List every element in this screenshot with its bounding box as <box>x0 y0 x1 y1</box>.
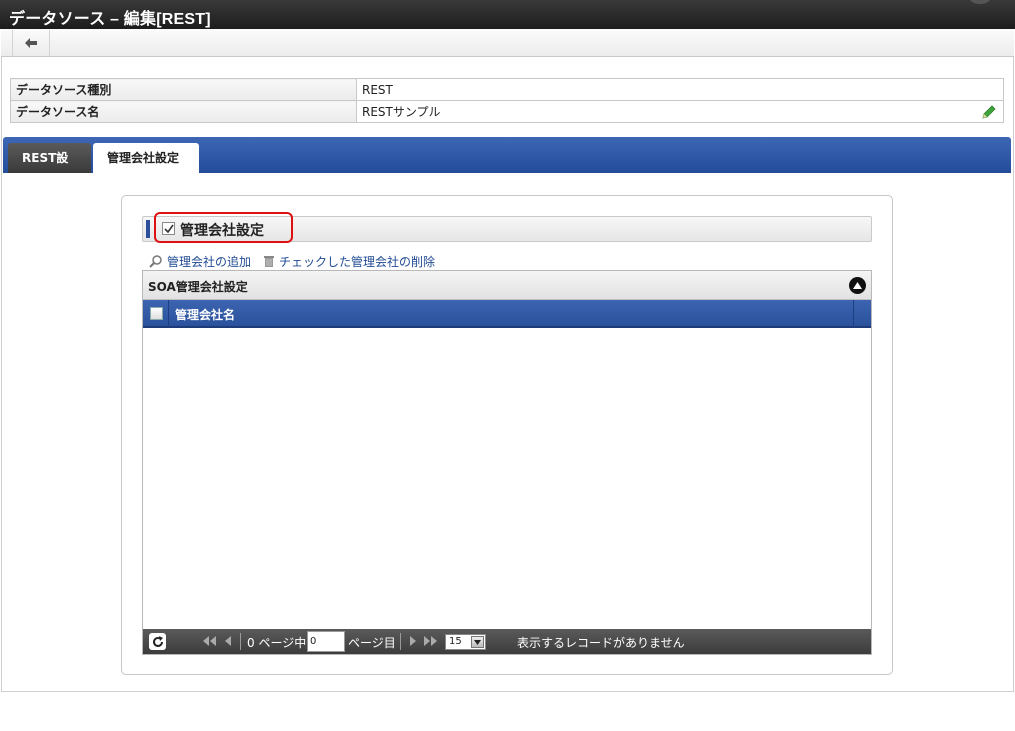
section-title: 管理会社設定 <box>180 223 264 239</box>
page-suffix-label: ページ目 <box>348 636 396 650</box>
info-value-name: RESTサンプル <box>362 105 441 119</box>
pencil-icon <box>982 105 996 119</box>
next-page-icon[interactable] <box>408 635 418 647</box>
records-per-page-select[interactable]: 15 <box>445 634 486 650</box>
grid-actions: 管理会社の追加 チェックした管理会社の削除 <box>149 253 447 269</box>
info-row-name: データソース名 RESTサンプル <box>10 100 1004 123</box>
trash-icon <box>264 256 275 267</box>
column-header-company-name[interactable]: 管理会社名 <box>175 306 235 323</box>
window-title: データソース – 編集[REST] <box>9 11 211 28</box>
back-button[interactable] <box>12 30 50 56</box>
column-separator <box>853 300 854 328</box>
search-icon <box>149 255 162 268</box>
info-label-type: データソース種別 <box>10 78 357 101</box>
delete-checked-link[interactable]: チェックした管理会社の削除 <box>263 253 435 270</box>
info-label-name: データソース名 <box>10 100 357 123</box>
empty-records-message: 表示するレコードがありません <box>517 636 685 650</box>
column-separator <box>168 300 169 328</box>
select-all-checkbox[interactable] <box>150 307 163 320</box>
triangle-up-icon <box>853 281 862 289</box>
refresh-icon <box>152 635 163 647</box>
arrow-left-icon <box>25 38 37 48</box>
records-per-page-value: 15 <box>449 636 462 647</box>
grid-caption: SOA管理会社設定 <box>148 280 248 294</box>
info-value-name-cell: RESTサンプル <box>356 100 1004 123</box>
section-header-accent <box>146 220 150 238</box>
add-company-link[interactable]: 管理会社の追加 <box>149 253 251 270</box>
grid-caption-bar: SOA管理会社設定 <box>143 271 871 300</box>
section-enable-checkbox[interactable] <box>162 222 175 235</box>
window-corner-decoration <box>967 0 993 4</box>
refresh-button[interactable] <box>149 633 166 650</box>
info-value-type: REST <box>356 78 1004 101</box>
pager-divider <box>240 633 241 650</box>
edit-name-button[interactable] <box>981 104 997 123</box>
chevron-down-icon <box>471 636 484 648</box>
toolbar <box>1 29 1014 57</box>
pager-bar: 0 ページ中 0 ページ目 15 表示するレコードがありません <box>143 629 871 654</box>
prev-page-icon[interactable] <box>223 635 233 647</box>
tab-rest-settings[interactable]: REST設定 <box>8 143 91 195</box>
page-number-input[interactable]: 0 <box>307 631 345 652</box>
page-total-label: 0 ページ中 <box>247 636 307 650</box>
title-bar: データソース – 編集[REST] <box>0 0 1015 29</box>
tab-bar: REST設定 管理会社設定 <box>3 137 1011 195</box>
last-page-icon[interactable] <box>423 635 439 647</box>
collapse-button[interactable] <box>849 277 866 294</box>
delete-checked-label: チェックした管理会社の削除 <box>279 254 436 269</box>
grid-header-row: 管理会社名 <box>143 300 871 328</box>
pager-divider <box>400 633 401 650</box>
checkmark-icon <box>163 224 174 233</box>
info-row-type: データソース種別 REST <box>10 78 1004 101</box>
tab-management-company-settings[interactable]: 管理会社設定 <box>93 143 199 173</box>
company-grid: SOA管理会社設定 管理会社名 0 ページ中 0 ページ目 15 表示するレコー… <box>142 270 872 655</box>
add-company-label: 管理会社の追加 <box>167 254 252 269</box>
datasource-info-table: データソース種別 REST データソース名 RESTサンプル <box>10 78 1004 123</box>
first-page-icon[interactable] <box>201 635 217 647</box>
